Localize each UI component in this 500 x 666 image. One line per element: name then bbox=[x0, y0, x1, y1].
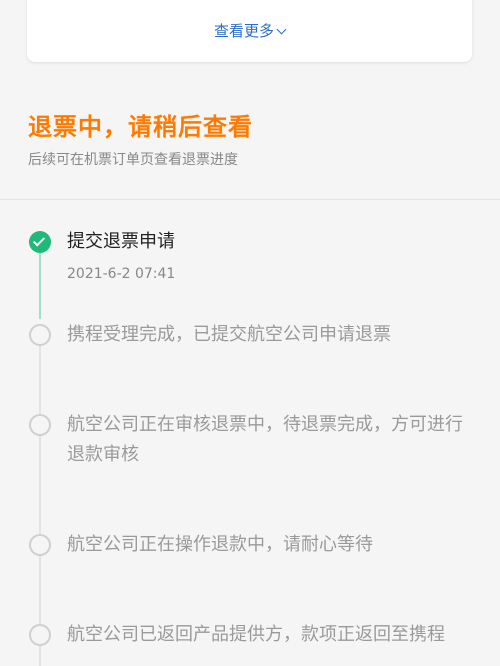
step-text: 航空公司已返回产品提供方，款项正返回至携程 bbox=[67, 624, 445, 645]
check-icon bbox=[32, 234, 46, 247]
refund-progress-page: 查看更多 退票中，请稍后查看 后续可在机票订单页查看退票进度 提交退票申请 20… bbox=[0, 0, 500, 666]
step-text: 携程受理完成，已提交航空公司申请退票 bbox=[67, 324, 391, 345]
timeline-connector bbox=[39, 436, 41, 534]
step-pending-icon bbox=[29, 414, 51, 436]
see-more-label: 查看更多 bbox=[213, 22, 274, 40]
step-text: 航空公司正在审核退票中，待退票完成，方可进行退款审核 bbox=[67, 414, 463, 465]
status-title: 退票中，请稍后查看 bbox=[28, 113, 253, 141]
step-text: 提交退票申请 bbox=[67, 231, 175, 252]
timeline-connector bbox=[39, 346, 41, 414]
status-subtitle: 后续可在机票订单页查看退票进度 bbox=[28, 152, 238, 168]
see-more-button[interactable]: 查看更多 bbox=[27, 20, 472, 42]
step-pending-icon bbox=[29, 324, 51, 346]
order-info-card: 查看更多 bbox=[27, 0, 472, 62]
timeline-connector bbox=[39, 556, 41, 624]
timeline-connector bbox=[39, 252, 41, 319]
step-time: 2021-6-2 07:41 bbox=[67, 266, 176, 282]
step-pending-icon bbox=[29, 624, 51, 646]
chevron-down-icon bbox=[276, 24, 287, 35]
step-pending-icon bbox=[29, 534, 51, 556]
refund-timeline: 提交退票申请 2021-6-2 07:41 携程受理完成，已提交航空公司申请退票… bbox=[0, 200, 500, 666]
timeline-connector bbox=[39, 646, 41, 666]
step-text: 航空公司正在操作退款中，请耐心等待 bbox=[67, 534, 373, 555]
step-complete-icon bbox=[29, 231, 51, 253]
